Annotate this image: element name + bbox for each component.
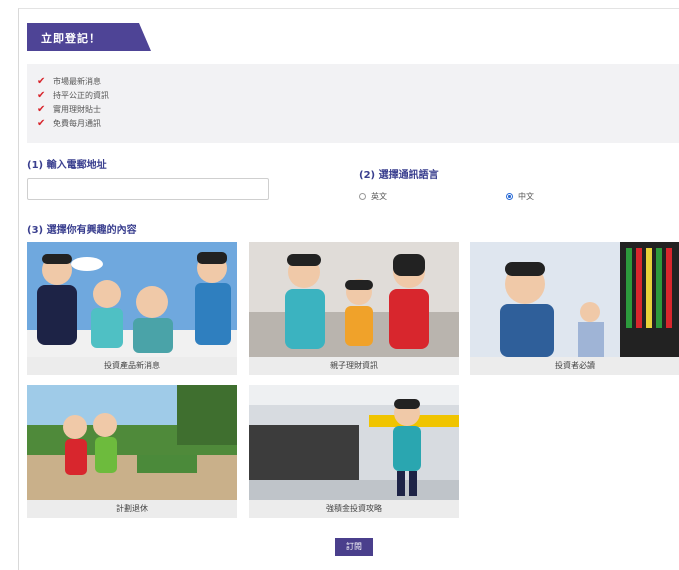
interest-card-parenting[interactable]: 親子理財資訊 [249, 242, 459, 375]
card-caption: 強積金投資攻略 [326, 504, 382, 513]
family-illustration[interactable] [249, 242, 459, 357]
interest-card-retirement[interactable]: 計劃退休 [27, 385, 237, 518]
benefit-item: ✔ 實用理財貼士 [37, 103, 101, 115]
registration-panel: 立即登記！ ✔ 市場最新消息 ✔ 持平公正的資訊 ✔ 實用理財貼士 ✔ 免費每月通訊 (… [18, 8, 679, 570]
benefit-item: ✔ 持平公正的資訊 [37, 89, 109, 101]
radio-selected-icon[interactable] [506, 193, 513, 200]
card-caption: 投資者必讀 [555, 361, 595, 370]
card-caption: 投資產品新消息 [104, 361, 160, 370]
interest-card-investor-must-read[interactable]: 投資者必讀 [470, 242, 679, 375]
people-group-illustration[interactable] [27, 242, 237, 357]
card-caption: 計劃退休 [116, 504, 148, 513]
interests-label: (3) 選擇你有興趣的內容 [27, 225, 137, 236]
radio-english-label: 英文 [371, 192, 387, 201]
benefit-item: ✔ 市場最新消息 [37, 75, 101, 87]
register-banner: 立即登記！ [27, 23, 151, 51]
subscribe-button[interactable]: 訂閱 [335, 538, 373, 556]
language-label: (2) 選擇通訊語言 [359, 170, 439, 181]
radio-unselected-icon[interactable] [359, 193, 366, 200]
benefit-text: 市場最新消息 [53, 76, 101, 86]
radio-chinese[interactable]: 中文 [506, 191, 534, 202]
retirement-couple-illustration[interactable] [27, 385, 237, 500]
benefit-text: 免費每月通訊 [53, 118, 101, 128]
checkmark-icon: ✔ [37, 103, 46, 115]
checkmark-icon: ✔ [37, 117, 46, 129]
checkmark-icon: ✔ [37, 89, 46, 101]
card-caption: 親子理財資訊 [330, 361, 378, 370]
investor-thinking-illustration[interactable] [470, 242, 679, 357]
radio-chinese-label: 中文 [518, 192, 534, 201]
benefit-text: 持平公正的資訊 [53, 90, 109, 100]
email-input[interactable] [27, 178, 269, 200]
radio-english[interactable]: 英文 [359, 191, 387, 202]
email-label: (1) 輸入電郵地址 [27, 160, 107, 171]
benefit-text: 實用理財貼士 [53, 104, 101, 114]
banner-title: 立即登記！ [41, 32, 101, 45]
interest-card-mpf-strategy[interactable]: 強積金投資攻略 [249, 385, 459, 518]
office-worker-illustration[interactable] [249, 385, 459, 500]
benefits-list: ✔ 市場最新消息 ✔ 持平公正的資訊 ✔ 實用理財貼士 ✔ 免費每月通訊 [27, 64, 679, 143]
checkmark-icon: ✔ [37, 75, 46, 87]
interest-card-investment-news[interactable]: 投資產品新消息 [27, 242, 237, 375]
benefit-item: ✔ 免費每月通訊 [37, 117, 101, 129]
